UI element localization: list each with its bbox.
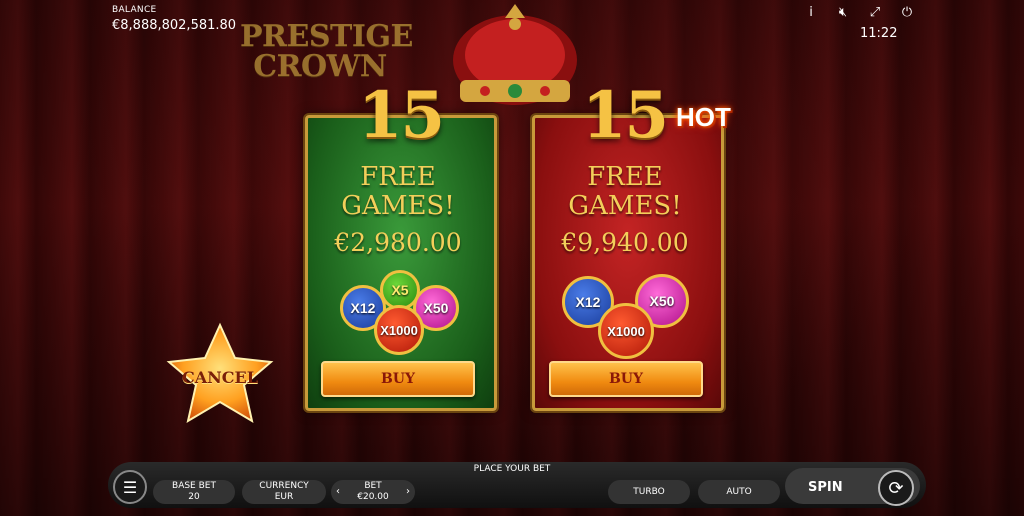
coin-x1000: X1000 [374,305,424,355]
bet-label: BET [364,481,382,491]
currency-label: CURRENCY [259,481,309,491]
base-bet-label: BASE BET [172,481,216,491]
top-controls: i 🔇︎ ⤢ ⏻ [804,5,914,20]
spin-icon[interactable]: ⟳ [878,470,914,506]
turbo-button[interactable]: TURBO [608,480,690,504]
offer-title-line1: FREE [360,162,436,192]
menu-icon[interactable]: ☰ [113,470,147,504]
currency-value: EUR [274,492,294,502]
cancel-label: CANCEL [182,368,258,387]
info-icon[interactable]: i [804,5,818,20]
bet-increase-icon[interactable]: › [406,486,410,497]
bet-selector: ‹ BET €20.00 › [331,480,415,504]
offer-price: €9,940.00 [561,228,689,257]
power-icon[interactable]: ⏻ [900,5,914,20]
mute-icon[interactable]: 🔇︎ [836,5,850,20]
offer-title-line1: FREE [587,162,663,192]
base-bet-value: 20 [188,492,200,502]
offer-count: 15 [582,78,669,153]
spin-label[interactable]: SPIN [808,480,843,495]
balance-label: BALANCE [112,5,157,15]
base-bet-display: BASE BET 20 [153,480,235,504]
coin-x1000: X1000 [598,303,654,359]
crown-decoration [453,4,577,105]
auto-label: AUTO [726,486,752,497]
offer-title-line2: GAMES! [568,191,682,221]
hot-badge: HOT [676,102,731,132]
offer-title-line2: GAMES! [341,191,455,221]
offer-price: €2,980.00 [334,228,462,257]
offer-title: FREE GAMES! [305,163,491,221]
clock: 11:22 [860,26,898,41]
balance-value: €8,888,802,581.80 [112,18,237,33]
turbo-label: TURBO [633,486,665,497]
bet-decrease-icon[interactable]: ‹ [336,486,340,497]
buy-button-green[interactable]: BUY [321,361,475,397]
place-bet-message: PLACE YOUR BET [473,464,551,474]
logo-line1: PRESTIGE [240,19,413,54]
auto-button[interactable]: AUTO [698,480,780,504]
buy-button-red[interactable]: BUY [549,361,703,397]
offer-title: FREE GAMES! [532,163,718,221]
offer-count: 15 [358,78,445,153]
currency-display: CURRENCY EUR [242,480,326,504]
fullscreen-icon[interactable]: ⤢ [868,5,882,20]
game-logo: PRESTIGE CROWN [240,19,413,82]
bet-value: €20.00 [357,492,389,502]
